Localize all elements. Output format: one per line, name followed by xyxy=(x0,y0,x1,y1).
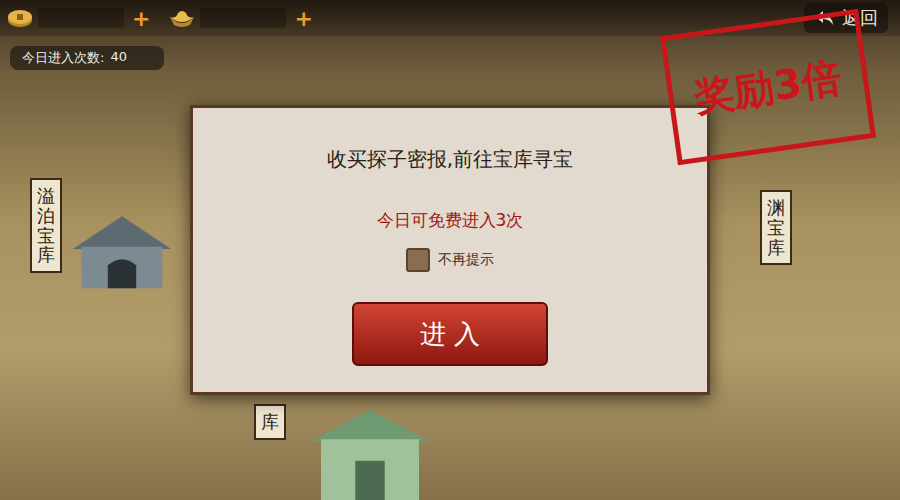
stone-vault-icon xyxy=(62,205,182,293)
treasure-map-screen: + + 返回今日进入次数:40 溢泊宝库 渊宝库库 收买探子密报,前往宝库寻宝今日可免费进… xyxy=(0,0,900,500)
enter-vault-dialog: 收买探子密报,前往宝库寻宝今日可免费进入3次不再提示进 入 xyxy=(190,105,710,395)
vault-banner[interactable]: 渊宝库 xyxy=(760,190,792,265)
gold-ingot-icon xyxy=(168,7,196,29)
back-button[interactable]: 返回 xyxy=(804,3,888,33)
entries-today-label: 今日进入次数:40 xyxy=(10,46,164,70)
add-currency-button[interactable]: + xyxy=(290,6,316,31)
top-bar: + + 返回 xyxy=(0,0,900,36)
gold-coin-icon xyxy=(6,7,34,29)
back-arrow-icon xyxy=(814,8,836,28)
vault-banner[interactable]: 库 xyxy=(254,404,286,440)
checkbox-box[interactable] xyxy=(406,248,430,272)
enter-button[interactable]: 进 入 xyxy=(352,302,548,366)
currency-group: + xyxy=(6,6,154,31)
free-entries-info: 今日可免费进入3次 xyxy=(377,209,524,232)
dont-remind-checkbox[interactable]: 不再提示 xyxy=(406,248,494,272)
add-currency-button[interactable]: + xyxy=(128,6,154,31)
reward-stamp: 奖励3倍 xyxy=(660,9,876,166)
currency-slot xyxy=(38,8,124,28)
vault-banner[interactable]: 溢泊宝库 xyxy=(30,178,62,273)
dialog-title: 收买探子密报,前往宝库寻宝 xyxy=(327,146,573,173)
currency-group: + xyxy=(168,6,316,31)
jade-vault-icon xyxy=(300,402,440,500)
currency-slot xyxy=(200,8,286,28)
